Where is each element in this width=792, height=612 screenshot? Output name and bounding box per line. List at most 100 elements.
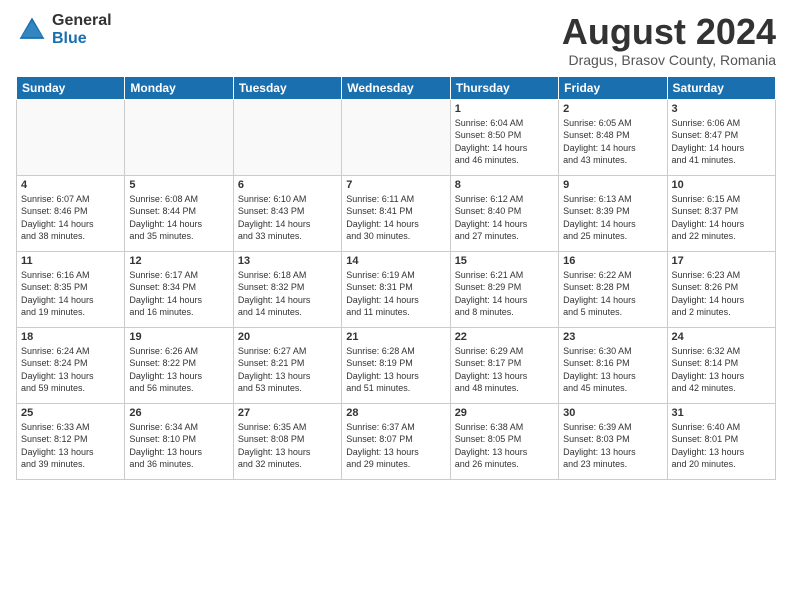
table-row: 25 Sunrise: 6:33 AMSunset: 8:12 PMDayligh… (17, 403, 125, 479)
day-info: Sunrise: 6:33 AMSunset: 8:12 PMDaylight:… (21, 421, 120, 471)
day-info: Sunrise: 6:38 AMSunset: 8:05 PMDaylight:… (455, 421, 554, 471)
table-row: 23Sunrise: 6:30 AMSunset: 8:16 PMDayligh… (559, 327, 667, 403)
table-row: 24 Sunrise: 6:32 AMSunset: 8:14 PMDayligh… (667, 327, 775, 403)
day-info: Sunrise: 6:39 AMSunset: 8:03 PMDaylight:… (563, 421, 662, 471)
table-row: 6 Sunrise: 6:10 AMSunset: 8:43 PMDaylight… (233, 175, 341, 251)
day-info: Sunrise: 6:23 AMSunset: 8:26 PMDaylight:… (672, 269, 771, 319)
day-info: Sunrise: 6:32 AMSunset: 8:14 PMDaylight:… (672, 345, 771, 395)
table-row: 22Sunrise: 6:29 AMSunset: 8:17 PMDayligh… (450, 327, 558, 403)
day-number: 14 (346, 255, 445, 267)
day-number: 3 (672, 103, 771, 115)
calendar-week-row: 18Sunrise: 6:24 AMSunset: 8:24 PMDayligh… (17, 327, 776, 403)
day-info: Sunrise: 6:06 AMSunset: 8:47 PMDaylight:… (672, 117, 771, 167)
day-info: Sunrise: 6:18 AMSunset: 8:32 PMDaylight:… (238, 269, 337, 319)
table-row: 14 Sunrise: 6:19 AMSunset: 8:31 PMDayligh… (342, 251, 450, 327)
table-row: 20 Sunrise: 6:27 AMSunset: 8:21 PMDayligh… (233, 327, 341, 403)
day-number: 21 (346, 331, 445, 343)
day-number: 24 (672, 331, 771, 343)
day-info: Sunrise: 6:07 AMSunset: 8:46 PMDaylight:… (21, 193, 120, 243)
logo-general-text: General (52, 12, 112, 30)
day-info: Sunrise: 6:26 AMSunset: 8:22 PMDaylight:… (129, 345, 228, 395)
table-row: 18Sunrise: 6:24 AMSunset: 8:24 PMDayligh… (17, 327, 125, 403)
logo-icon (16, 14, 48, 46)
day-number: 20 (238, 331, 337, 343)
calendar: Sunday Monday Tuesday Wednesday Thursday… (16, 76, 776, 480)
day-number: 25 (21, 407, 120, 419)
header-wednesday: Wednesday (342, 76, 450, 99)
table-row: 31 Sunrise: 6:40 AMSunset: 8:01 PMDayligh… (667, 403, 775, 479)
day-number: 17 (672, 255, 771, 267)
table-row: 19Sunrise: 6:26 AMSunset: 8:22 PMDayligh… (125, 327, 233, 403)
day-info: Sunrise: 6:34 AMSunset: 8:10 PMDaylight:… (129, 421, 228, 471)
day-number: 10 (672, 179, 771, 191)
day-number: 9 (563, 179, 662, 191)
day-info: Sunrise: 6:40 AMSunset: 8:01 PMDaylight:… (672, 421, 771, 471)
day-info: Sunrise: 6:17 AMSunset: 8:34 PMDaylight:… (129, 269, 228, 319)
header-friday: Friday (559, 76, 667, 99)
day-info: Sunrise: 6:13 AMSunset: 8:39 PMDaylight:… (563, 193, 662, 243)
day-info: Sunrise: 6:37 AMSunset: 8:07 PMDaylight:… (346, 421, 445, 471)
logo-blue-text: Blue (52, 30, 112, 48)
day-info: Sunrise: 6:27 AMSunset: 8:21 PMDaylight:… (238, 345, 337, 395)
table-row: 30 Sunrise: 6:39 AMSunset: 8:03 PMDayligh… (559, 403, 667, 479)
day-number: 30 (563, 407, 662, 419)
day-number: 2 (563, 103, 662, 115)
day-info: Sunrise: 6:15 AMSunset: 8:37 PMDaylight:… (672, 193, 771, 243)
day-number: 28 (346, 407, 445, 419)
day-number: 1 (455, 103, 554, 115)
table-row: 5Sunrise: 6:08 AMSunset: 8:44 PMDaylight… (125, 175, 233, 251)
day-number: 15 (455, 255, 554, 267)
day-info: Sunrise: 6:12 AMSunset: 8:40 PMDaylight:… (455, 193, 554, 243)
table-row: 3 Sunrise: 6:06 AMSunset: 8:47 PMDaylight… (667, 99, 775, 175)
header-thursday: Thursday (450, 76, 558, 99)
header-saturday: Saturday (667, 76, 775, 99)
logo: General Blue (16, 12, 112, 47)
header: General Blue August 2024 Dragus, Brasov … (16, 12, 776, 68)
day-number: 6 (238, 179, 337, 191)
day-info: Sunrise: 6:21 AMSunset: 8:29 PMDaylight:… (455, 269, 554, 319)
day-info: Sunrise: 6:10 AMSunset: 8:43 PMDaylight:… (238, 193, 337, 243)
header-monday: Monday (125, 76, 233, 99)
day-number: 16 (563, 255, 662, 267)
calendar-week-row: 25 Sunrise: 6:33 AMSunset: 8:12 PMDayligh… (17, 403, 776, 479)
table-row (17, 99, 125, 175)
header-sunday: Sunday (17, 76, 125, 99)
table-row: 28 Sunrise: 6:37 AMSunset: 8:07 PMDayligh… (342, 403, 450, 479)
day-number: 8 (455, 179, 554, 191)
table-row: 11Sunrise: 6:16 AMSunset: 8:35 PMDayligh… (17, 251, 125, 327)
day-info: Sunrise: 6:29 AMSunset: 8:17 PMDaylight:… (455, 345, 554, 395)
table-row: 17 Sunrise: 6:23 AMSunset: 8:26 PMDayligh… (667, 251, 775, 327)
day-number: 12 (129, 255, 228, 267)
table-row: 29Sunrise: 6:38 AMSunset: 8:05 PMDayligh… (450, 403, 558, 479)
table-row (233, 99, 341, 175)
calendar-week-row: 4 Sunrise: 6:07 AMSunset: 8:46 PMDaylight… (17, 175, 776, 251)
day-info: Sunrise: 6:35 AMSunset: 8:08 PMDaylight:… (238, 421, 337, 471)
day-info: Sunrise: 6:24 AMSunset: 8:24 PMDaylight:… (21, 345, 120, 395)
table-row: 10 Sunrise: 6:15 AMSunset: 8:37 PMDayligh… (667, 175, 775, 251)
table-row: 4 Sunrise: 6:07 AMSunset: 8:46 PMDaylight… (17, 175, 125, 251)
day-info: Sunrise: 6:16 AMSunset: 8:35 PMDaylight:… (21, 269, 120, 319)
day-number: 7 (346, 179, 445, 191)
table-row: 27Sunrise: 6:35 AMSunset: 8:08 PMDayligh… (233, 403, 341, 479)
table-row: 16 Sunrise: 6:22 AMSunset: 8:28 PMDayligh… (559, 251, 667, 327)
table-row (342, 99, 450, 175)
day-number: 23 (563, 331, 662, 343)
table-row: 12 Sunrise: 6:17 AMSunset: 8:34 PMDayligh… (125, 251, 233, 327)
day-info: Sunrise: 6:22 AMSunset: 8:28 PMDaylight:… (563, 269, 662, 319)
day-info: Sunrise: 6:11 AMSunset: 8:41 PMDaylight:… (346, 193, 445, 243)
table-row: 13Sunrise: 6:18 AMSunset: 8:32 PMDayligh… (233, 251, 341, 327)
day-info: Sunrise: 6:28 AMSunset: 8:19 PMDaylight:… (346, 345, 445, 395)
day-number: 5 (129, 179, 228, 191)
table-row: 26 Sunrise: 6:34 AMSunset: 8:10 PMDayligh… (125, 403, 233, 479)
table-row: 21 Sunrise: 6:28 AMSunset: 8:19 PMDayligh… (342, 327, 450, 403)
calendar-week-row: 1Sunrise: 6:04 AMSunset: 8:50 PMDaylight… (17, 99, 776, 175)
table-row: 15 Sunrise: 6:21 AMSunset: 8:29 PMDayligh… (450, 251, 558, 327)
table-row: 8 Sunrise: 6:12 AMSunset: 8:40 PMDaylight… (450, 175, 558, 251)
day-number: 4 (21, 179, 120, 191)
location: Dragus, Brasov County, Romania (562, 52, 776, 68)
weekday-header-row: Sunday Monday Tuesday Wednesday Thursday… (17, 76, 776, 99)
day-info: Sunrise: 6:19 AMSunset: 8:31 PMDaylight:… (346, 269, 445, 319)
table-row (125, 99, 233, 175)
day-number: 31 (672, 407, 771, 419)
day-number: 26 (129, 407, 228, 419)
